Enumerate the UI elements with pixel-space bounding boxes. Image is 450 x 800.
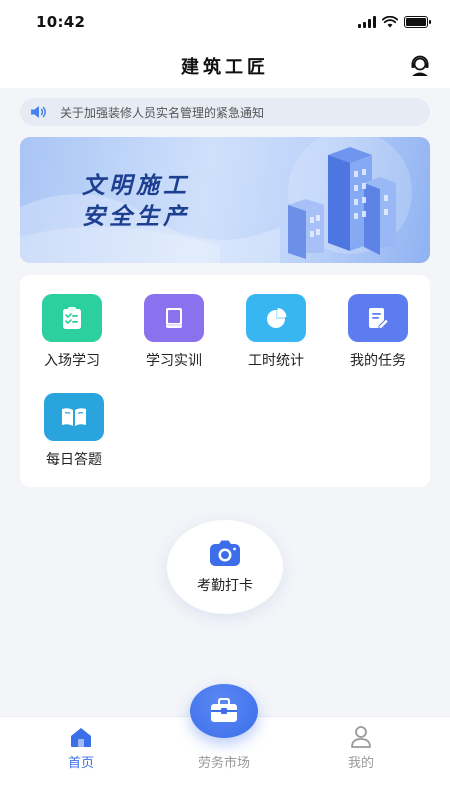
notice-text: 关于加强装修人员实名管理的紧急通知 bbox=[60, 105, 265, 120]
tab-mine[interactable]: 我的 bbox=[306, 717, 416, 800]
battery-icon bbox=[404, 16, 431, 28]
feature-tile bbox=[144, 294, 204, 342]
banner-line-2: 安全生产 bbox=[82, 204, 190, 230]
clipboard-icon bbox=[63, 307, 81, 329]
buildings-illustration bbox=[288, 147, 396, 259]
feature-tile bbox=[246, 294, 306, 342]
attendance-checkin-button[interactable]: 考勤打卡 bbox=[167, 520, 283, 614]
feature-tile bbox=[44, 393, 104, 441]
camera-icon bbox=[210, 540, 240, 566]
feature-label: 工时统计 bbox=[248, 353, 304, 369]
signal-icon bbox=[358, 16, 376, 28]
feature-training[interactable]: 学习实训 bbox=[122, 294, 226, 370]
feature-my-tasks[interactable]: 我的任务 bbox=[326, 294, 430, 370]
feature-tile bbox=[42, 294, 102, 342]
banner-slogan: 文明施工 安全生产 bbox=[82, 171, 190, 233]
page-title: 建筑工匠 bbox=[181, 57, 269, 78]
feature-label: 学习实训 bbox=[146, 353, 202, 369]
feature-label: 入场学习 bbox=[44, 353, 100, 369]
tab-home[interactable]: 首页 bbox=[26, 717, 136, 800]
status-time: 10:42 bbox=[36, 13, 86, 31]
edit-note-icon bbox=[369, 308, 390, 329]
speaker-icon bbox=[31, 106, 46, 118]
service-icon[interactable] bbox=[408, 54, 432, 78]
tab-label: 劳务市场 bbox=[197, 756, 250, 771]
open-book-icon bbox=[62, 408, 86, 426]
home-icon bbox=[71, 728, 91, 747]
tab-label: 我的 bbox=[347, 756, 374, 771]
tab-label: 首页 bbox=[67, 756, 94, 771]
banner[interactable]: 文明施工 安全生产 bbox=[20, 137, 430, 263]
wifi-icon bbox=[382, 16, 398, 28]
book-icon bbox=[166, 308, 182, 328]
feature-grid: 入场学习 学习实训 工时统计 我的任务 每日答题 bbox=[20, 275, 430, 487]
feature-work-hours[interactable]: 工时统计 bbox=[224, 294, 328, 370]
feature-label: 我的任务 bbox=[350, 353, 406, 369]
person-icon bbox=[351, 726, 371, 748]
app-bar: 建筑工匠 bbox=[0, 44, 450, 88]
toolbox-icon bbox=[211, 698, 237, 722]
labor-market-fab[interactable] bbox=[190, 684, 258, 738]
feature-daily-quiz[interactable]: 每日答题 bbox=[22, 393, 126, 469]
banner-line-1: 文明施工 bbox=[82, 173, 190, 199]
pie-chart-icon bbox=[267, 308, 287, 328]
status-bar: 10:42 bbox=[0, 0, 450, 44]
feature-label: 每日答题 bbox=[46, 452, 102, 468]
notice-bar[interactable]: 关于加强装修人员实名管理的紧急通知 bbox=[20, 98, 430, 126]
feature-entry-learning[interactable]: 入场学习 bbox=[20, 294, 124, 370]
feature-tile bbox=[348, 294, 408, 342]
checkin-label: 考勤打卡 bbox=[197, 578, 253, 594]
system-icons bbox=[358, 16, 431, 28]
